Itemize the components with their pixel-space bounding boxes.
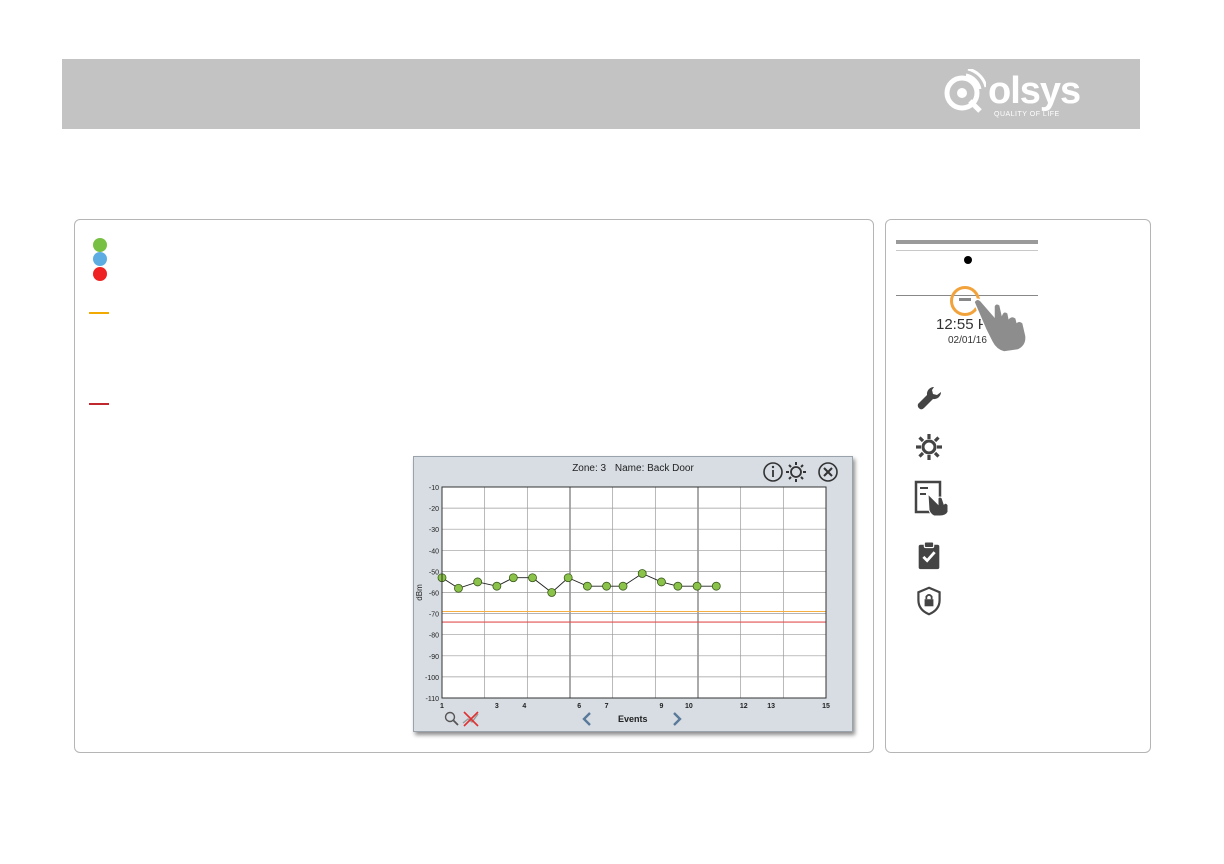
header-banner: olsys QUALITY OF LIFE — [62, 59, 1140, 129]
status-dot — [964, 256, 972, 264]
navigation-panel: 12:55 P 02/01/16 — [885, 219, 1151, 753]
y-tick-label: -50 — [429, 569, 439, 576]
legend-line-red — [89, 403, 109, 405]
data-point — [637, 569, 647, 578]
data-point — [692, 581, 702, 591]
y-tick-label: -20 — [429, 506, 439, 513]
wrench-icon[interactable] — [914, 383, 944, 413]
legend-dot-blue — [93, 252, 107, 266]
mini-status-bar — [896, 240, 1038, 244]
data-point — [563, 573, 573, 583]
data-point — [473, 577, 483, 587]
data-point — [618, 581, 628, 591]
data-point — [528, 573, 537, 583]
legend-dot-green — [93, 238, 107, 252]
shield-lock-icon[interactable] — [914, 586, 944, 616]
qolsys-logo-mark — [944, 69, 986, 113]
y-tick-label: -90 — [429, 654, 439, 661]
x-tick-label: 13 — [767, 703, 775, 710]
y-tick-label: -80 — [429, 633, 439, 640]
data-point — [454, 583, 463, 593]
x-tick-label: 3 — [495, 703, 499, 710]
x-tick-label: 12 — [740, 703, 748, 710]
y-axis-label: dBm — [415, 584, 424, 601]
clipboard-check-icon[interactable] — [914, 540, 944, 570]
clear-icon[interactable] — [462, 711, 480, 727]
legend-line-orange — [89, 312, 109, 314]
data-point — [508, 573, 518, 583]
signal-strength-panel: Zone: 3 Name: Back Door -10 -20 -30 -40 -50-… — [74, 219, 874, 753]
signal-chart-screen: Zone: 3 Name: Back Door -10 -20 -30 -40 -50-… — [413, 456, 853, 732]
data-point — [547, 588, 557, 597]
x-tick-label: 6 — [577, 703, 581, 710]
pull-down-bar — [959, 298, 971, 301]
x-tick-label: 7 — [605, 703, 609, 710]
y-tick-label: -70 — [429, 612, 439, 619]
brand-tagline: QUALITY OF LIFE — [994, 111, 1060, 118]
touch-panel-icon[interactable] — [914, 480, 950, 516]
events-label: Events — [618, 714, 648, 724]
data-point — [711, 581, 721, 591]
data-point — [602, 581, 611, 591]
y-tick-label: -30 — [429, 527, 439, 534]
chevron-right-icon[interactable] — [670, 711, 684, 727]
hand-pointer-icon — [973, 298, 1027, 352]
y-tick-label: -100 — [425, 675, 439, 682]
signal-line-chart: -10-20-30-40-50-60-70-80-90-100-1101 3 4 6 7… — [415, 485, 830, 710]
x-tick-label: 10 — [685, 703, 693, 710]
legend-dot-red — [93, 267, 107, 281]
qolsys-logo: olsys QUALITY OF LIFE — [942, 67, 1120, 123]
x-tick-label: 4 — [522, 703, 526, 710]
data-point — [673, 581, 683, 591]
y-tick-label: -10 — [429, 485, 439, 492]
mini-separator — [896, 250, 1038, 251]
x-tick-label: 9 — [659, 703, 663, 710]
chevron-left-icon[interactable] — [580, 711, 594, 727]
y-tick-label: -60 — [429, 591, 439, 598]
data-point — [492, 581, 502, 591]
x-tick-label: 15 — [822, 703, 830, 710]
data-point — [657, 577, 666, 587]
zoom-icon[interactable] — [444, 711, 460, 727]
y-tick-label: -110 — [426, 696, 440, 703]
data-point — [582, 581, 592, 591]
gear-icon[interactable] — [914, 432, 944, 462]
brand-wordmark: olsys — [988, 70, 1081, 112]
y-tick-label: -40 — [429, 548, 439, 555]
x-tick-label: 1 — [440, 703, 444, 710]
